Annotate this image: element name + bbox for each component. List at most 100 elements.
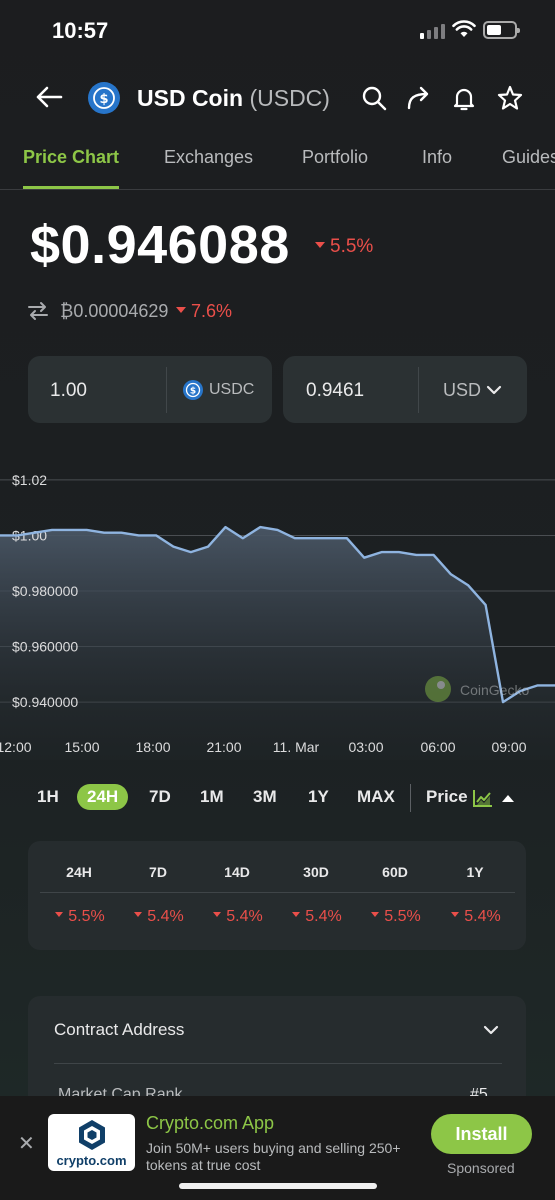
range-7d[interactable]: 7D bbox=[149, 787, 171, 807]
converter-divider bbox=[418, 367, 419, 413]
currency-select[interactable]: USD bbox=[443, 380, 481, 401]
converter-amount-input[interactable]: 1.00 bbox=[50, 380, 87, 402]
contract-address-title[interactable]: Contract Address bbox=[54, 1020, 184, 1040]
range-max[interactable]: MAX bbox=[357, 787, 395, 807]
svg-text:$: $ bbox=[190, 387, 196, 397]
y-axis-label: $0.940000 bbox=[12, 694, 78, 710]
x-axis-label: 11. Mar bbox=[273, 739, 320, 755]
tab-price-chart[interactable]: Price Chart bbox=[23, 147, 119, 168]
perf-value-text: 5.4% bbox=[226, 908, 263, 925]
x-axis-label: 09:00 bbox=[491, 739, 526, 755]
search-icon[interactable] bbox=[360, 84, 388, 112]
converter-from-symbol: USDC bbox=[209, 381, 255, 398]
coin-symbol: (USDC) bbox=[249, 85, 330, 111]
coin-name: USD Coin bbox=[137, 85, 244, 111]
svg-text:CoinGecko: CoinGecko bbox=[460, 682, 529, 698]
usdc-logo-icon: $ bbox=[88, 82, 120, 114]
btc-change-value: 7.6% bbox=[191, 301, 233, 321]
perf-divider bbox=[40, 892, 515, 893]
share-icon[interactable] bbox=[405, 84, 433, 112]
down-triangle-icon bbox=[55, 912, 64, 918]
range-1y[interactable]: 1Y bbox=[308, 787, 329, 807]
sponsored-label: Sponsored bbox=[447, 1160, 515, 1176]
down-triangle-icon bbox=[213, 912, 222, 918]
usdc-small-icon: $ bbox=[183, 380, 203, 400]
perf-value-7d: 5.4% bbox=[119, 908, 199, 926]
install-button[interactable]: Install bbox=[431, 1114, 532, 1154]
usd-price: $0.946088 bbox=[30, 215, 290, 275]
wifi-icon bbox=[452, 20, 476, 37]
chevron-down-icon[interactable] bbox=[482, 1022, 500, 1038]
perf-value-text: 5.4% bbox=[305, 908, 342, 925]
x-axis-label: 12:00 bbox=[0, 739, 32, 755]
ad-title[interactable]: Crypto.com App bbox=[146, 1113, 274, 1134]
x-axis-label: 21:00 bbox=[206, 739, 241, 755]
price-change: 5.5% bbox=[315, 236, 373, 258]
chevron-down-icon[interactable] bbox=[486, 383, 502, 397]
range-1h[interactable]: 1H bbox=[37, 787, 59, 807]
tab-info[interactable]: Info bbox=[422, 147, 452, 168]
perf-value-60d: 5.5% bbox=[356, 908, 436, 926]
down-triangle-icon bbox=[134, 912, 143, 918]
battery-icon bbox=[483, 21, 520, 39]
x-axis-label: 03:00 bbox=[348, 739, 383, 755]
price-change-value: 5.5% bbox=[330, 236, 374, 257]
perf-value-1y: 5.4% bbox=[436, 908, 516, 926]
perf-header-24h: 24H bbox=[66, 864, 92, 880]
active-tab-indicator bbox=[23, 186, 119, 189]
perf-header-7d: 7D bbox=[149, 864, 167, 880]
page-title: USD Coin (USDC) bbox=[137, 85, 330, 112]
perf-value-text: 5.5% bbox=[68, 908, 105, 925]
tab-portfolio[interactable]: Portfolio bbox=[302, 147, 368, 168]
perf-value-24h: 5.5% bbox=[40, 908, 120, 926]
performance-table bbox=[28, 841, 526, 950]
cellular-signal-icon bbox=[420, 24, 445, 39]
range-24h[interactable]: 24H bbox=[77, 784, 129, 810]
perf-header-60d: 60D bbox=[382, 864, 408, 880]
star-icon[interactable] bbox=[496, 84, 524, 112]
range-3m[interactable]: 3M bbox=[253, 787, 277, 807]
y-axis-label: $0.960000 bbox=[12, 639, 78, 655]
status-time: 10:57 bbox=[52, 18, 109, 43]
down-triangle-icon bbox=[315, 241, 325, 248]
ad-logo-text: crypto.com bbox=[56, 1153, 127, 1168]
perf-header-30d: 30D bbox=[303, 864, 329, 880]
caret-up-icon[interactable] bbox=[501, 793, 515, 803]
home-indicator bbox=[179, 1183, 377, 1189]
converter-divider bbox=[166, 367, 167, 413]
chart-mode-price[interactable]: Price bbox=[426, 787, 468, 807]
tab-exchanges[interactable]: Exchanges bbox=[164, 147, 253, 168]
line-chart-icon[interactable] bbox=[472, 788, 494, 808]
perf-value-text: 5.4% bbox=[464, 908, 501, 925]
price-chart[interactable]: $1.02$1.00$0.980000$0.960000$0.94000012:… bbox=[0, 460, 555, 760]
down-triangle-icon bbox=[451, 912, 460, 918]
ad-subtitle: Join 50M+ users buying and selling 250+ … bbox=[146, 1140, 401, 1173]
perf-header-1y: 1Y bbox=[466, 864, 484, 880]
down-triangle-icon bbox=[176, 307, 186, 314]
perf-header-14d: 14D bbox=[224, 864, 250, 880]
range-divider bbox=[410, 784, 411, 812]
tab-bar: Price Chart Exchanges Portfolio Info Gui… bbox=[0, 140, 555, 190]
back-arrow-icon[interactable] bbox=[34, 82, 64, 112]
y-axis-label: $1.02 bbox=[12, 472, 47, 488]
perf-value-30d: 5.4% bbox=[277, 908, 357, 926]
btc-price-change: 7.6% bbox=[176, 301, 232, 322]
converter-result: 0.9461 bbox=[306, 380, 365, 401]
swap-icon bbox=[28, 302, 48, 320]
price-area-fill bbox=[0, 527, 555, 760]
y-axis-label: $0.980000 bbox=[12, 583, 78, 599]
crypto-com-logo-icon bbox=[79, 1120, 105, 1150]
x-axis-label: 18:00 bbox=[135, 739, 170, 755]
contract-divider bbox=[54, 1063, 502, 1064]
perf-value-text: 5.5% bbox=[384, 908, 421, 925]
down-triangle-icon bbox=[292, 912, 301, 918]
x-axis-label: 15:00 bbox=[64, 739, 99, 755]
bell-icon[interactable] bbox=[450, 84, 478, 112]
perf-value-text: 5.4% bbox=[147, 908, 184, 925]
close-icon[interactable]: ✕ bbox=[18, 1131, 35, 1156]
range-1m[interactable]: 1M bbox=[200, 787, 224, 807]
down-triangle-icon bbox=[371, 912, 380, 918]
x-axis-label: 06:00 bbox=[420, 739, 455, 755]
btc-price: ₿0.00004629 bbox=[60, 301, 169, 321]
tab-guides[interactable]: Guides bbox=[502, 147, 555, 168]
